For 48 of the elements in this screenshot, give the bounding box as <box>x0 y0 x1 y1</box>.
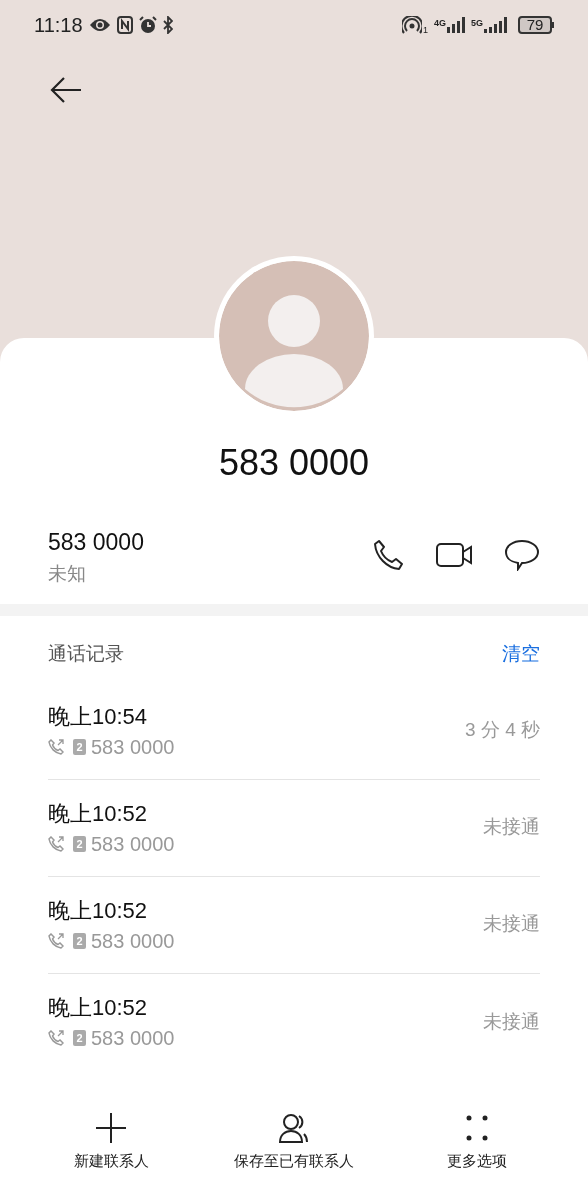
avatar-icon <box>219 261 369 411</box>
clear-link[interactable]: 清空 <box>502 640 540 669</box>
status-time: 11:18 <box>34 13 83 38</box>
call-result: 未接通 <box>483 1009 540 1034</box>
phone-number: 583 0000 <box>48 528 144 557</box>
phone-icon <box>48 932 64 949</box>
call-time: 晚上10:52 <box>48 896 149 925</box>
phone-icon <box>48 738 64 755</box>
number-location: 未知 <box>48 562 87 586</box>
sim-badge: 2 <box>73 932 86 949</box>
bluetooth-icon <box>162 16 173 34</box>
sim-badge: 2 <box>73 1030 86 1046</box>
message-button[interactable] <box>504 539 540 571</box>
sim-badge: 2 <box>73 738 86 755</box>
action-button[interactable]: 保存至已有联系人 <box>202 1112 386 1173</box>
phone-icon <box>372 538 406 572</box>
eye-icon <box>88 17 111 33</box>
call-button[interactable] <box>372 538 406 572</box>
nfc-icon <box>116 16 133 34</box>
battery-indicator: 79 <box>518 16 554 34</box>
call-time: 晚上10:52 <box>48 994 149 1022</box>
network-label: 5G <box>471 17 483 30</box>
action-button[interactable]: 更多选项 <box>385 1112 568 1173</box>
plus-icon <box>95 1112 128 1144</box>
network-label: 4G <box>433 17 446 30</box>
call-result: 未接通 <box>483 912 540 937</box>
hotspot-icon <box>401 16 422 34</box>
phone-icon <box>48 835 64 852</box>
signal-icon <box>447 17 465 33</box>
call-number: 583 0000 <box>91 734 175 760</box>
contact-name: 583 0000 <box>217 441 371 485</box>
person-icon <box>278 1112 310 1144</box>
phone-icon <box>48 1030 64 1046</box>
section-title: 通话记录 <box>48 642 124 666</box>
video-call-button[interactable] <box>436 541 474 569</box>
call-time: 晚上10:54 <box>48 702 149 731</box>
call-result: 未接通 <box>483 815 540 840</box>
call-number: 583 0000 <box>91 1026 175 1051</box>
call-number: 583 0000 <box>91 928 175 954</box>
action-button[interactable]: 新建联系人 <box>20 1112 203 1173</box>
video-camera-icon <box>436 541 474 569</box>
call-number: 583 0000 <box>91 831 175 857</box>
message-icon <box>504 539 540 571</box>
hotspot-count: 1 <box>422 24 428 38</box>
call-result: 3 分 4 秒 <box>465 718 540 743</box>
call-time: 晚上10:52 <box>48 799 149 828</box>
alarm-icon <box>138 16 157 34</box>
sim-badge: 2 <box>73 835 86 852</box>
